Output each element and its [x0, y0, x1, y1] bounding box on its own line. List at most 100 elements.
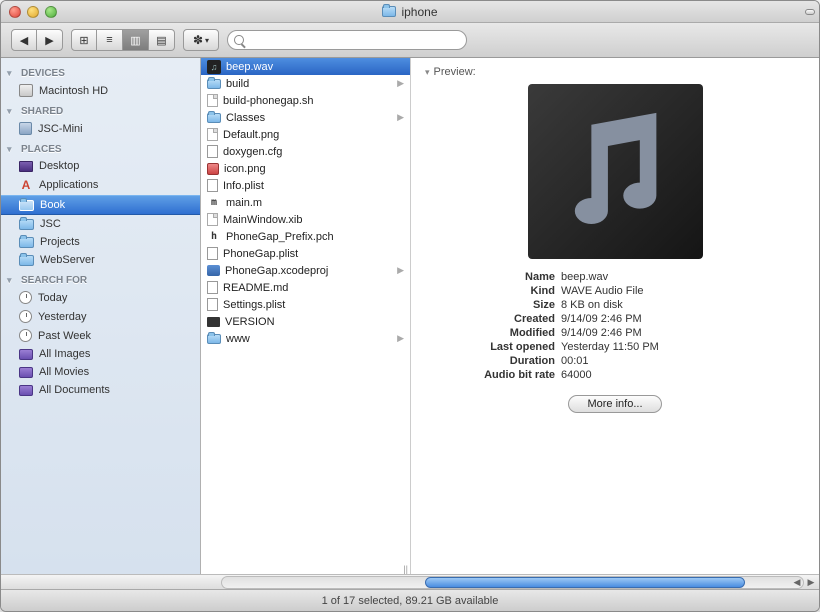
preview-header[interactable]: Preview:: [425, 66, 805, 78]
file-name: VERSION: [225, 316, 275, 328]
file-column[interactable]: ♫beep.wavbuild▶build-phonegap.shClasses▶…: [201, 58, 411, 574]
meta-key: Modified: [445, 327, 555, 339]
sidebar-item-projects[interactable]: Projects: [1, 233, 200, 251]
window-title: iphone: [1, 5, 819, 19]
scroll-right-button[interactable]: ▶: [804, 576, 818, 589]
scrollbar-track[interactable]: [221, 576, 804, 589]
file-row[interactable]: Info.plist: [201, 177, 410, 194]
window-title-text: iphone: [401, 5, 437, 19]
file-row[interactable]: build▶: [201, 75, 410, 92]
chevron-right-icon: ▶: [45, 34, 53, 47]
sidebar-item-label: WebServer: [40, 254, 95, 266]
sidebar-item-webserver[interactable]: WebServer: [1, 251, 200, 269]
column-view-button[interactable]: ▥: [123, 29, 149, 51]
txt-icon: [207, 247, 218, 260]
desktop-icon: [19, 161, 33, 172]
apps-icon: A: [19, 178, 33, 192]
sidebar-item-label: All Movies: [39, 366, 89, 378]
file-row[interactable]: www▶: [201, 330, 410, 347]
icon-view-button[interactable]: ⊞: [71, 29, 97, 51]
toolbar-toggle-button[interactable]: [805, 9, 815, 15]
titlebar[interactable]: iphone: [1, 1, 819, 23]
doc-icon: [207, 213, 218, 226]
coverflow-icon: ▤: [156, 34, 166, 47]
sidebar-section-header[interactable]: Search For: [1, 269, 200, 288]
action-menu-button[interactable]: ✽ ▾: [183, 29, 219, 51]
sidebar-item-applications[interactable]: A Applications: [1, 175, 200, 195]
close-button[interactable]: [9, 6, 21, 18]
sidebar-item-book[interactable]: Book: [1, 195, 200, 215]
folder-icon: [19, 237, 34, 248]
file-row[interactable]: PhoneGap.xcodeproj▶: [201, 262, 410, 279]
sidebar-item-label: JSC-Mini: [38, 123, 83, 135]
list-icon: ≡: [106, 34, 112, 46]
file-row[interactable]: Settings.plist: [201, 296, 410, 313]
column-resize-handle[interactable]: ||: [403, 564, 408, 574]
meta-key: Created: [445, 313, 555, 325]
sidebar-item-label: Book: [40, 199, 65, 211]
file-name: beep.wav: [226, 61, 273, 73]
file-row[interactable]: build-phonegap.sh: [201, 92, 410, 109]
coverflow-view-button[interactable]: ▤: [149, 29, 175, 51]
meta-key: Name: [445, 271, 555, 283]
scroll-left-button[interactable]: ◀: [790, 576, 804, 589]
sidebar-item-desktop[interactable]: Desktop: [1, 157, 200, 175]
file-name: PhoneGap_Prefix.pch: [226, 231, 334, 243]
back-button[interactable]: ◀: [11, 29, 37, 51]
proj-icon: [207, 265, 220, 276]
folder-icon: [19, 255, 34, 266]
grid-icon: ⊞: [79, 34, 88, 47]
clock-icon: [19, 291, 32, 304]
file-row[interactable]: doxygen.cfg: [201, 143, 410, 160]
minimize-button[interactable]: [27, 6, 39, 18]
file-row[interactable]: README.md: [201, 279, 410, 296]
sidebar: Devices Macintosh HD Shared JSC-Mini PlacesD…: [1, 58, 201, 574]
sidebar-item-yesterday[interactable]: Yesterday: [1, 307, 200, 326]
file-row[interactable]: Default.png: [201, 126, 410, 143]
sidebar-item-macintosh-hd[interactable]: Macintosh HD: [1, 81, 200, 100]
sidebar-section-header[interactable]: Places: [1, 138, 200, 157]
chevron-down-icon: ▾: [205, 36, 209, 45]
horizontal-scrollbar[interactable]: ◀ ▶: [1, 574, 819, 589]
meta-key: Audio bit rate: [445, 369, 555, 381]
meta-value: 8 KB on disk: [561, 299, 785, 311]
sidebar-item-all-documents[interactable]: All Documents: [1, 381, 200, 399]
sidebar-item-all-images[interactable]: All Images: [1, 345, 200, 363]
chevron-left-icon: ◀: [20, 34, 28, 47]
sidebar-section-header[interactable]: Shared: [1, 100, 200, 119]
search-field[interactable]: [227, 30, 467, 50]
sidebar-section-header[interactable]: Devices: [1, 62, 200, 81]
file-row[interactable]: icon.png: [201, 160, 410, 177]
search-input[interactable]: [248, 34, 460, 46]
txt-icon: [207, 298, 218, 311]
gear-icon: ✽: [193, 33, 203, 47]
zoom-button[interactable]: [45, 6, 57, 18]
fold-icon: [207, 79, 221, 89]
sidebar-item-all-movies[interactable]: All Movies: [1, 363, 200, 381]
file-name: icon.png: [224, 163, 266, 175]
sidebar-item-label: Macintosh HD: [39, 85, 108, 97]
file-row[interactable]: mmain.m: [201, 194, 410, 211]
meta-value: 9/14/09 2:46 PM: [561, 327, 785, 339]
toolbar: ◀ ▶ ⊞ ≡ ▥ ▤ ✽ ▾: [1, 23, 819, 58]
sidebar-item-past-week[interactable]: Past Week: [1, 326, 200, 345]
txt-icon: [207, 145, 218, 158]
file-row[interactable]: MainWindow.xib: [201, 211, 410, 228]
file-row[interactable]: VERSION: [201, 313, 410, 330]
sidebar-item-label: Applications: [39, 179, 98, 191]
file-row[interactable]: Classes▶: [201, 109, 410, 126]
folder-icon: [382, 6, 396, 17]
scrollbar-thumb[interactable]: [425, 577, 745, 588]
meta-key: Kind: [445, 285, 555, 297]
file-row[interactable]: PhoneGap.plist: [201, 245, 410, 262]
more-info-button[interactable]: More info...: [568, 395, 661, 413]
sidebar-item-today[interactable]: Today: [1, 288, 200, 307]
file-row[interactable]: ♫beep.wav: [201, 58, 410, 75]
clock-icon: [19, 329, 32, 342]
list-view-button[interactable]: ≡: [97, 29, 123, 51]
sidebar-item-jsc-mini[interactable]: JSC-Mini: [1, 119, 200, 138]
forward-button[interactable]: ▶: [37, 29, 63, 51]
sidebar-item-jsc[interactable]: JSC: [1, 215, 200, 233]
hd-icon: [19, 84, 33, 97]
file-row[interactable]: hPhoneGap_Prefix.pch: [201, 228, 410, 245]
